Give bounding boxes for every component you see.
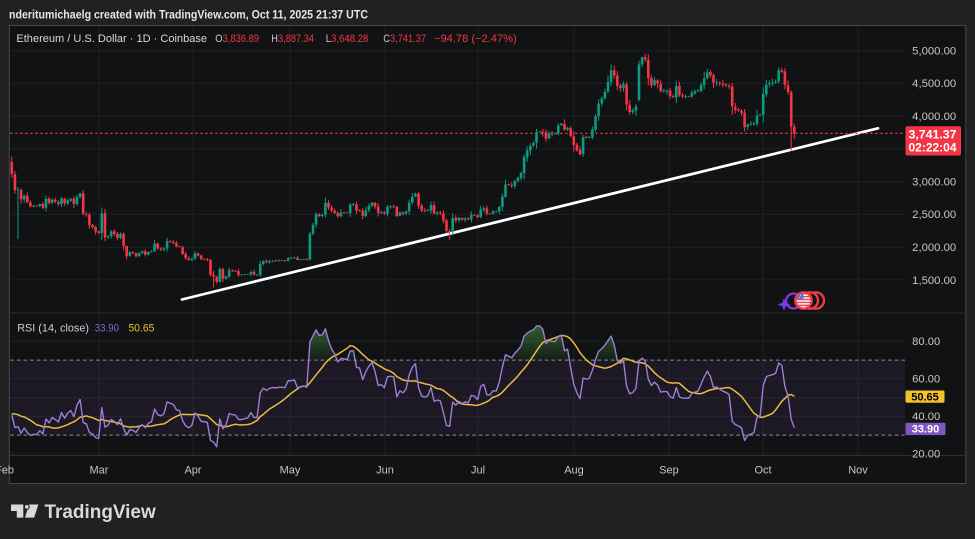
svg-text:Nov: Nov	[848, 465, 868, 477]
svg-text:33.90: 33.90	[912, 424, 940, 436]
svg-text:Mar: Mar	[90, 465, 109, 477]
svg-text:Jun: Jun	[376, 465, 394, 477]
svg-text:4,500.00: 4,500.00	[912, 78, 956, 90]
svg-text:20.00: 20.00	[912, 449, 940, 461]
svg-text:3,000.00: 3,000.00	[912, 177, 956, 189]
svg-text:2,000.00: 2,000.00	[912, 242, 956, 254]
svg-text:2,500.00: 2,500.00	[912, 209, 956, 221]
svg-text:Feb: Feb	[0, 465, 14, 477]
svg-text:33.90: 33.90	[95, 323, 119, 335]
svg-text:RSI (14, close): RSI (14, close)	[17, 323, 89, 335]
svg-text:50.65: 50.65	[129, 323, 155, 335]
svg-text:60.00: 60.00	[912, 374, 940, 386]
svg-text:Oct: Oct	[754, 465, 771, 477]
svg-text:C3,741.37: C3,741.37	[383, 33, 426, 45]
svg-text:02:22:04: 02:22:04	[909, 142, 958, 154]
svg-text:nderitumichaelg created with T: nderitumichaelg created with TradingView…	[9, 7, 368, 21]
svg-text:Aug: Aug	[564, 465, 584, 477]
svg-text:Apr: Apr	[184, 465, 201, 477]
svg-text:4,000.00: 4,000.00	[912, 111, 956, 123]
svg-text:Jul: Jul	[471, 465, 485, 477]
svg-text:5,000.00: 5,000.00	[912, 46, 956, 58]
svg-text:40.00: 40.00	[912, 411, 940, 423]
svg-text:−94.78 (−2.47%): −94.78 (−2.47%)	[434, 33, 517, 45]
svg-text:1,500.00: 1,500.00	[912, 275, 956, 287]
svg-text:TradingView: TradingView	[45, 501, 157, 523]
svg-text:L3,648.28: L3,648.28	[326, 33, 369, 45]
svg-text:H3,887.34: H3,887.34	[271, 33, 314, 45]
svg-text:3,741.37: 3,741.37	[909, 129, 957, 141]
svg-text:Sep: Sep	[659, 465, 679, 477]
svg-text:50.65: 50.65	[911, 391, 939, 403]
svg-text:80.00: 80.00	[912, 336, 940, 348]
svg-text:O3,836.89: O3,836.89	[215, 33, 259, 45]
svg-text:Ethereum / U.S. Dollar · 1D ·: Ethereum / U.S. Dollar · 1D · Coinbase	[16, 33, 207, 45]
svg-text:May: May	[280, 465, 301, 477]
